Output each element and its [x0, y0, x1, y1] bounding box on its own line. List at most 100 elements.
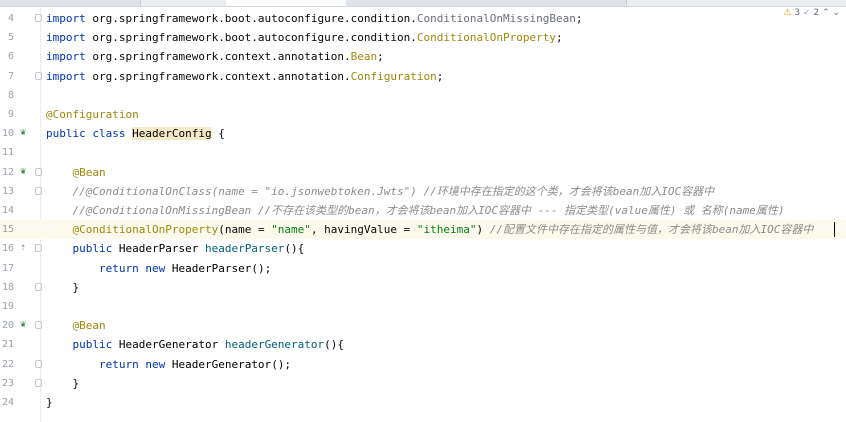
code-line[interactable]: 12 ❦ @Bean — [0, 163, 846, 182]
line-number[interactable]: 4 — [0, 9, 14, 28]
code-token: org.springframework.boot.autoconfigure.c… — [92, 31, 417, 45]
code-token: headerGenerator — [224, 338, 325, 352]
code-token: org.springframework.context.annotation. — [92, 69, 351, 83]
code-token: } — [46, 376, 80, 390]
line-number[interactable]: 20 — [0, 316, 14, 335]
line-number[interactable]: 10 — [0, 124, 14, 143]
line-number[interactable]: 24 — [0, 393, 14, 412]
code-text: //@ConditionalOnClass(name = "io.jsonweb… — [46, 182, 715, 201]
code-text: } — [46, 374, 79, 393]
code-line[interactable]: 5 import org.springframework.boot.autocon… — [0, 28, 846, 47]
line-number[interactable]: 23 — [0, 374, 14, 393]
fold-marker[interactable] — [35, 282, 42, 291]
line-number[interactable]: 12 — [0, 163, 14, 182]
code-token: public — [72, 242, 119, 256]
line-number[interactable]: 21 — [0, 335, 14, 354]
line-number[interactable]: 7 — [0, 67, 14, 86]
code-text: @ConditionalOnProperty(name = "name", ha… — [46, 220, 814, 239]
line-number[interactable]: 11 — [0, 143, 14, 162]
line-number[interactable]: 14 — [0, 201, 14, 220]
code-token: org.springframework.boot.autoconfigure.c… — [92, 12, 417, 25]
code-token: @ConditionalOnProperty — [72, 223, 219, 237]
fold-marker[interactable] — [35, 14, 42, 22]
code-line[interactable]: 9 @Configuration — [0, 105, 846, 124]
fold-marker[interactable] — [35, 71, 42, 80]
code-token: @Bean — [72, 165, 106, 179]
line-number[interactable]: 13 — [0, 182, 14, 201]
line-number[interactable]: 18 — [0, 278, 14, 297]
code-line[interactable]: 13 //@ConditionalOnClass(name = "io.json… — [0, 182, 846, 201]
line-number[interactable]: 19 — [0, 297, 14, 316]
editor-tab[interactable] — [0, 0, 141, 6]
code-token: ; — [575, 12, 583, 25]
code-token: @Bean — [72, 319, 106, 333]
line-number[interactable]: 9 — [0, 105, 14, 124]
bean-config-icon[interactable]: ❦ — [17, 127, 29, 139]
code-line[interactable]: 14 //@ConditionalOnMissingBean //不存在该类型的… — [0, 201, 846, 220]
fold-marker[interactable] — [35, 167, 42, 176]
fold-marker[interactable] — [35, 321, 42, 330]
code-token: //@ConditionalOnClass(name = "io.jsonweb… — [72, 184, 715, 198]
code-text: return new HeaderGenerator(); — [46, 355, 291, 374]
editor-tab-active[interactable] — [226, 0, 347, 6]
code-token: } — [46, 396, 53, 409]
code-text: import org.springframework.context.annot… — [46, 47, 384, 66]
code-token: headerParser — [204, 242, 285, 256]
code-token: ; — [377, 50, 384, 64]
code-line[interactable]: 7 import org.springframework.context.anno… — [0, 67, 846, 86]
code-token: ; — [555, 31, 563, 45]
line-number[interactable]: 15 — [0, 220, 14, 239]
code-token: ) — [476, 223, 490, 237]
line-number[interactable]: 5 — [0, 28, 14, 47]
code-token: @Configuration — [46, 108, 139, 121]
code-token: public class — [46, 127, 133, 141]
code-line[interactable]: 8 — [0, 86, 846, 105]
code-line[interactable]: 22 return new HeaderGenerator(); — [0, 355, 846, 374]
fold-marker[interactable] — [35, 186, 42, 195]
code-line[interactable]: 20 ❦ @Bean — [0, 316, 846, 335]
code-line[interactable]: 18 } — [0, 278, 846, 297]
code-line[interactable]: 4 import org.springframework.boot.autocon… — [0, 9, 846, 28]
code-token: HeaderParser — [118, 242, 205, 256]
code-token: , havingValue = — [310, 223, 417, 237]
code-token: org.springframework.context.annotation. — [92, 50, 351, 64]
code-line[interactable]: 21 public HeaderGenerator headerGenerato… — [0, 335, 846, 354]
fold-marker[interactable] — [35, 359, 42, 368]
code-line[interactable]: 15 @ConditionalOnProperty(name = "name",… — [0, 220, 846, 240]
bean-icon[interactable]: ❦ — [17, 166, 29, 178]
editor-tab[interactable] — [346, 0, 487, 6]
code-token: HeaderParser — [171, 261, 252, 275]
code-line[interactable]: 24} — [0, 393, 846, 412]
editor-tab[interactable] — [486, 0, 627, 6]
code-token: HeaderConfig — [132, 127, 212, 141]
code-token: (); — [251, 261, 272, 275]
code-line[interactable]: 17 return new HeaderParser(); — [0, 259, 846, 278]
fold-marker[interactable] — [35, 378, 42, 387]
line-number[interactable]: 22 — [0, 355, 14, 374]
code-line[interactable]: 23 } — [0, 374, 846, 393]
code-line[interactable]: 19 — [0, 297, 846, 316]
code-text: import org.springframework.context.annot… — [46, 67, 443, 86]
line-number[interactable]: 8 — [0, 86, 14, 105]
override-icon[interactable]: ⇡ — [17, 242, 29, 254]
code-token: "itheima" — [416, 223, 477, 237]
code-token: HeaderGenerator — [118, 338, 225, 352]
code-text: public HeaderGenerator headerGenerator()… — [46, 335, 345, 354]
code-line[interactable]: 10 ❦ public class HeaderConfig { — [0, 124, 846, 143]
bean-icon[interactable]: ❦ — [17, 319, 29, 331]
code-token: //@ConditionalOnMissingBean //不存在该类型的bea… — [72, 204, 785, 217]
code-text: @Configuration — [46, 105, 139, 124]
code-token: import — [46, 50, 93, 64]
line-number[interactable]: 16 — [0, 239, 14, 258]
text-caret — [834, 222, 835, 238]
code-line[interactable]: 11 — [0, 143, 846, 162]
code-line[interactable]: 16 ⇡ public HeaderParser headerParser(){ — [0, 239, 846, 258]
fold-marker[interactable] — [35, 244, 42, 253]
line-number[interactable]: 6 — [0, 47, 14, 66]
code-line[interactable]: 6 import org.springframework.context.anno… — [0, 47, 846, 66]
code-token: } — [46, 280, 80, 294]
line-number[interactable]: 17 — [0, 259, 14, 278]
